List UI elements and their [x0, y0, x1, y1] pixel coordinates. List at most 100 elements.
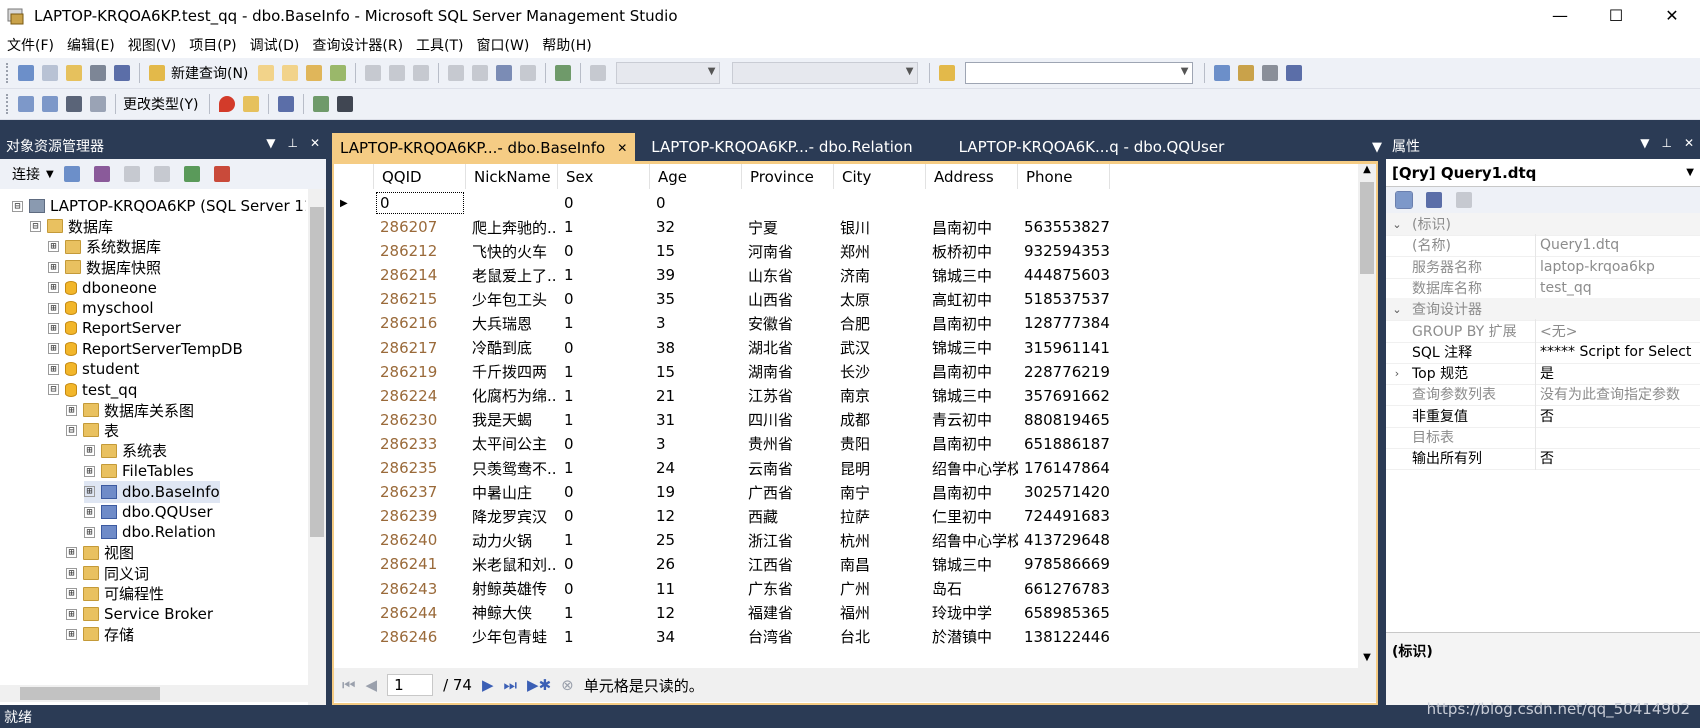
grid-cell[interactable]: 青云初中: [926, 407, 1018, 433]
save-all-icon[interactable]: [114, 65, 130, 81]
grid-cell[interactable]: 1: [558, 359, 650, 385]
grid-cell[interactable]: 0: [558, 551, 650, 577]
table-row[interactable]: 286212 飞快的火车 0 15 河南省 郑州 板桥初中 9325943535: [334, 238, 1110, 264]
grid-cell[interactable]: 昆明: [834, 455, 926, 481]
grid-cell[interactable]: 银川: [834, 214, 926, 240]
redo-icon[interactable]: [472, 65, 489, 81]
grid-cell[interactable]: 昌南初中: [926, 359, 1018, 385]
expand-icon[interactable]: ⊞: [48, 363, 59, 375]
column-header[interactable]: Sex: [558, 164, 650, 189]
grid-cell[interactable]: 1: [558, 310, 650, 336]
toolbar-grip[interactable]: [6, 63, 10, 83]
collapse-icon[interactable]: ⊟: [66, 424, 77, 436]
close-tab-icon[interactable]: ✕: [617, 141, 627, 155]
row-selector[interactable]: [334, 310, 374, 336]
table-row[interactable]: 286241 米老鼠和刘... 0 26 江西省 南昌 锦城三中 9785866691: [334, 551, 1110, 577]
grid-cell[interactable]: 1761478646: [1018, 455, 1110, 481]
tree-node[interactable]: ⊞ dbo.QQUser: [84, 501, 213, 523]
row-selector[interactable]: [334, 286, 374, 312]
grid-cell[interactable]: 0: [650, 190, 742, 216]
property-row[interactable]: 服务器名称 laptop-krqoa6kp: [1386, 255, 1700, 279]
grid-cell[interactable]: 南京: [834, 383, 926, 409]
grid-cell[interactable]: 台湾省: [742, 624, 834, 650]
grid-cell[interactable]: 11: [650, 576, 742, 602]
properties-window-icon[interactable]: [1286, 65, 1303, 81]
table-row[interactable]: 286243 射鲸英雄传 0 11 广东省 广州 岛石 6612767834: [334, 576, 1110, 602]
grid-cell[interactable]: 0: [558, 479, 650, 505]
menu-help[interactable]: 帮助(H): [537, 35, 599, 55]
grid-cell[interactable]: 浙江省: [742, 527, 834, 553]
toolbar-grip[interactable]: [6, 94, 10, 114]
grid-cell[interactable]: 32: [650, 214, 742, 240]
expand-icon[interactable]: ⊞: [48, 322, 59, 334]
tree-node[interactable]: ⊞ ReportServer: [48, 317, 181, 339]
grid-cell[interactable]: [742, 190, 834, 216]
grid-cell[interactable]: 286244: [374, 600, 466, 626]
tree-node[interactable]: ⊞ 存储: [66, 623, 134, 645]
grid-cell[interactable]: 贵州省: [742, 431, 834, 457]
grid-cell[interactable]: 锦城三中: [926, 383, 1018, 409]
cut-icon[interactable]: [365, 65, 382, 81]
grid-cell[interactable]: 我是天蝎: [466, 407, 558, 433]
grid-cell[interactable]: 台北: [834, 624, 926, 650]
column-header[interactable]: Province: [742, 164, 834, 189]
last-record-icon[interactable]: ⏭: [504, 676, 518, 694]
grid-cell[interactable]: 昌南初中: [926, 214, 1018, 240]
grid-cell[interactable]: 1: [558, 527, 650, 553]
close-icon[interactable]: ✕: [310, 136, 320, 150]
row-selector[interactable]: [334, 600, 374, 626]
tree-horizontal-scrollbar[interactable]: [0, 685, 308, 702]
grid-cell[interactable]: 0: [558, 503, 650, 529]
change-type-button[interactable]: 更改类型(Y): [123, 94, 198, 114]
grid-cell[interactable]: 1: [558, 262, 650, 288]
grid-cell[interactable]: 杭州: [834, 527, 926, 553]
tab-relation[interactable]: LAPTOP-KRQOA6KP...- dbo.Relation: [643, 133, 920, 161]
new-query-button[interactable]: 新建查询(N): [171, 63, 248, 83]
solution-config-dropdown[interactable]: ▼: [616, 62, 721, 84]
row-selector[interactable]: ▶: [334, 190, 374, 216]
grid-cell[interactable]: 0: [374, 190, 466, 216]
menu-edit[interactable]: 编辑(E): [62, 35, 123, 55]
row-selector[interactable]: [334, 431, 374, 457]
grid-cell[interactable]: 25: [650, 527, 742, 553]
grid-cell[interactable]: 1: [558, 383, 650, 409]
property-value[interactable]: <无>: [1535, 319, 1700, 342]
grid-cell[interactable]: 286235: [374, 455, 466, 481]
show-diagram-pane-icon[interactable]: [18, 96, 34, 112]
new-row[interactable]: ▶ 0 0 0: [334, 190, 1110, 216]
chevron-up-icon[interactable]: ▲: [1358, 164, 1376, 180]
grid-cell[interactable]: 5635538276: [1018, 214, 1110, 240]
show-criteria-pane-icon[interactable]: [42, 96, 58, 112]
add-derived-table-icon[interactable]: [337, 96, 354, 112]
grid-cell[interactable]: 武汉: [834, 335, 926, 361]
row-selector[interactable]: [334, 576, 374, 602]
scroll-thumb[interactable]: [310, 207, 324, 537]
tools-icon[interactable]: [1262, 65, 1279, 81]
collapse-icon[interactable]: ⊟: [30, 220, 41, 232]
grid-cell[interactable]: 1287773848: [1018, 310, 1110, 336]
grid-cell[interactable]: 湖北省: [742, 335, 834, 361]
tree-node[interactable]: ⊟ 表: [66, 419, 119, 441]
minimize-button[interactable]: —: [1532, 0, 1588, 31]
row-selector[interactable]: [334, 624, 374, 650]
grid-cell[interactable]: 昌南初中: [926, 310, 1018, 336]
next-record-icon[interactable]: ▶: [482, 676, 494, 694]
stop-icon[interactable]: ⊗: [561, 676, 574, 694]
column-header[interactable]: NickName: [466, 164, 558, 189]
expand-icon[interactable]: ⊞: [48, 241, 59, 253]
grid-cell[interactable]: 拉萨: [834, 503, 926, 529]
grid-cell[interactable]: 四川省: [742, 407, 834, 433]
grid-cell[interactable]: 太原: [834, 286, 926, 312]
verify-sql-icon[interactable]: [243, 96, 260, 112]
open-file-icon[interactable]: [66, 65, 82, 81]
grid-cell[interactable]: 286207: [374, 214, 466, 240]
properties-object-selector[interactable]: [Qry] Query1.dtq ▼: [1386, 159, 1700, 187]
expand-icon[interactable]: ⊞: [66, 628, 77, 640]
tree-node[interactable]: ⊞ 数据库快照: [48, 256, 161, 278]
grid-cell[interactable]: 39: [650, 262, 742, 288]
grid-cell[interactable]: 锦城三中: [926, 335, 1018, 361]
tree-node[interactable]: ⊞ 可编程性: [66, 583, 164, 605]
row-selector[interactable]: [334, 383, 374, 409]
tree-node[interactable]: ⊞ myschool: [48, 297, 154, 319]
expand-icon[interactable]: ⊞: [84, 465, 95, 477]
